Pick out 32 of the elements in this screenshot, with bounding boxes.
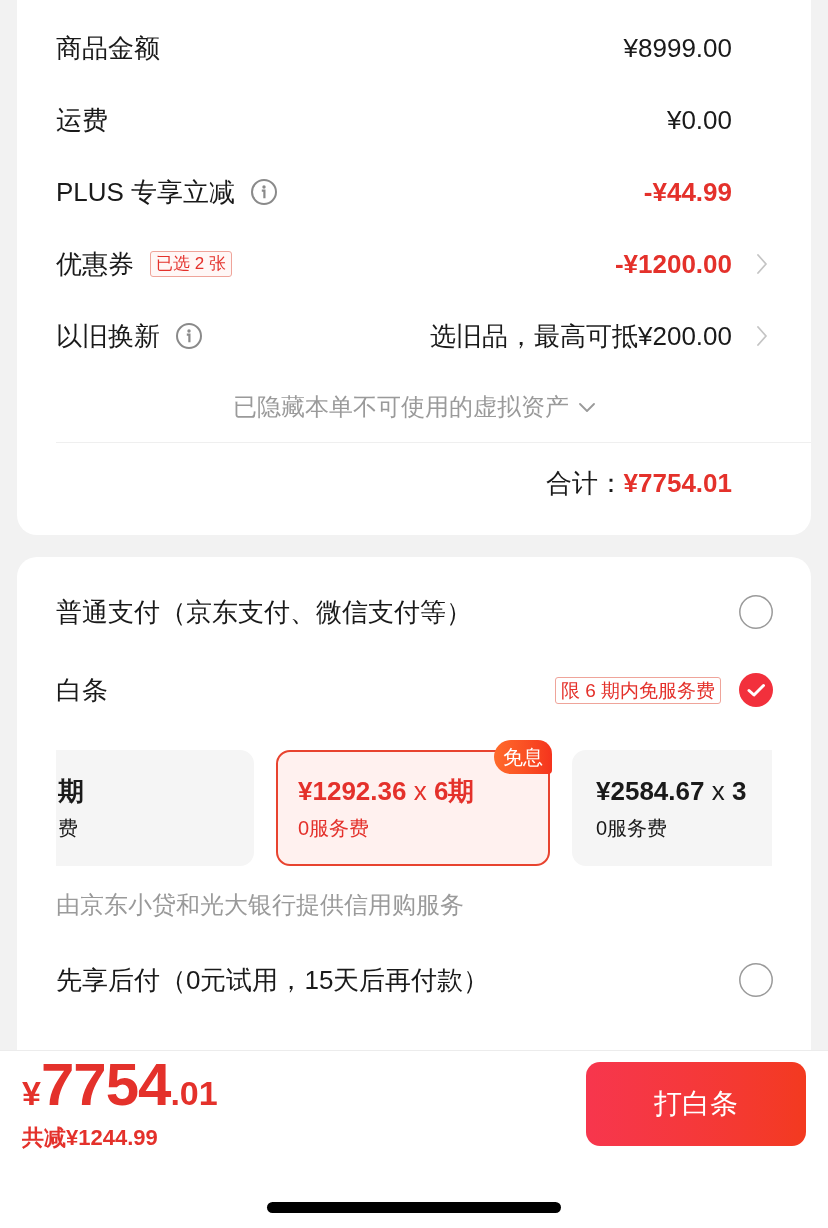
radio-icon[interactable] xyxy=(739,595,773,629)
summary-label: PLUS 专享立减 xyxy=(56,175,236,209)
summary-label: 运费 xyxy=(56,103,108,137)
summary-value: ¥8999.00 xyxy=(623,31,732,65)
info-icon[interactable] xyxy=(251,179,278,205)
payment-method-label[interactable]: 白条 xyxy=(56,670,108,710)
summary-label: 优惠券 xyxy=(56,247,134,281)
installment-option[interactable]: ¥2584.67 x 3 0服务费 xyxy=(572,750,772,866)
summary-value: -¥1200.00 xyxy=(614,247,732,281)
chevron-right-icon[interactable] xyxy=(757,326,767,346)
total-value: ¥7754.01 xyxy=(623,466,732,500)
coupon-tag: 已选 2 张 xyxy=(150,251,232,277)
chevron-down-icon[interactable] xyxy=(579,402,595,412)
total-price: ¥7754.01 xyxy=(22,1054,218,1120)
credit-provider-note: 由京东小贷和光大银行提供信用购服务 xyxy=(56,891,464,918)
summary-label: 以旧换新 xyxy=(56,319,160,353)
interest-free-badge: 免息 xyxy=(494,740,552,774)
checked-radio-icon[interactable] xyxy=(739,673,773,707)
summary-value: 选旧品，最高可抵¥200.00 xyxy=(430,319,732,353)
payment-method-label[interactable]: 普通支付（京东支付、微信支付等） xyxy=(56,592,472,632)
info-icon[interactable] xyxy=(176,323,202,349)
payment-method-label[interactable]: 先享后付（0元试用，15天后再付款） xyxy=(56,960,490,1000)
saved-amount: 共减¥1244.99 xyxy=(22,1123,159,1152)
summary-label: 商品金额 xyxy=(56,31,160,65)
summary-value: -¥44.99 xyxy=(643,175,732,209)
chevron-right-icon[interactable] xyxy=(757,254,767,274)
service-fee-tag: 限 6 期内免服务费 xyxy=(554,676,721,704)
installment-option[interactable]: 期 费 xyxy=(56,750,254,866)
total-label: 合计： xyxy=(545,466,624,500)
pay-button[interactable]: 打白条 xyxy=(586,1061,806,1146)
radio-icon[interactable] xyxy=(739,963,773,997)
summary-value: ¥0.00 xyxy=(666,103,732,137)
